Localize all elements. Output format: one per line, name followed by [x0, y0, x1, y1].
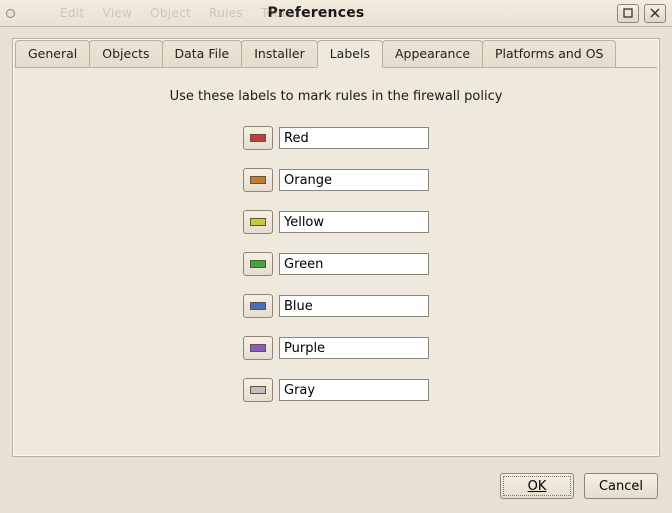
label-input-red[interactable] [279, 127, 429, 149]
window-menu-dot[interactable] [6, 9, 15, 18]
label-input-green[interactable] [279, 253, 429, 275]
color-button-purple[interactable] [243, 336, 273, 360]
tab-data-file[interactable]: Data File [162, 40, 243, 68]
label-input-purple[interactable] [279, 337, 429, 359]
window-title: Preferences [15, 0, 617, 26]
labels-instruction: Use these labels to mark rules in the fi… [17, 89, 655, 104]
label-rows [17, 126, 655, 402]
label-row-green [243, 252, 429, 276]
tab-objects[interactable]: Objects [89, 40, 162, 68]
color-swatch-blue [250, 302, 266, 310]
color-swatch-red [250, 134, 266, 142]
color-swatch-orange [250, 176, 266, 184]
color-button-green[interactable] [243, 252, 273, 276]
dialog-button-row: OK Cancel [500, 473, 658, 499]
label-row-gray [243, 378, 429, 402]
label-input-blue[interactable] [279, 295, 429, 317]
label-row-yellow [243, 210, 429, 234]
label-input-orange[interactable] [279, 169, 429, 191]
maximize-icon [623, 8, 633, 18]
preferences-panel: General Objects Data File Installer Labe… [12, 38, 660, 457]
color-swatch-gray [250, 386, 266, 394]
color-swatch-green [250, 260, 266, 268]
label-row-blue [243, 294, 429, 318]
color-swatch-yellow [250, 218, 266, 226]
close-button[interactable] [644, 4, 666, 23]
color-button-yellow[interactable] [243, 210, 273, 234]
color-button-gray[interactable] [243, 378, 273, 402]
tab-installer[interactable]: Installer [241, 40, 317, 68]
label-input-yellow[interactable] [279, 211, 429, 233]
close-icon [650, 8, 660, 18]
color-button-orange[interactable] [243, 168, 273, 192]
tab-appearance[interactable]: Appearance [382, 40, 483, 68]
color-swatch-purple [250, 344, 266, 352]
label-row-orange [243, 168, 429, 192]
tab-strip: General Objects Data File Installer Labe… [13, 40, 659, 68]
color-button-blue[interactable] [243, 294, 273, 318]
titlebar: Edit View Object Rules Tools Preferences [0, 0, 672, 27]
maximize-button[interactable] [617, 4, 639, 23]
label-row-red [243, 126, 429, 150]
tab-platforms-os[interactable]: Platforms and OS [482, 40, 616, 68]
tab-general[interactable]: General [15, 40, 90, 68]
color-button-red[interactable] [243, 126, 273, 150]
cancel-button[interactable]: Cancel [584, 473, 658, 499]
label-input-gray[interactable] [279, 379, 429, 401]
tab-labels[interactable]: Labels [317, 40, 383, 68]
ok-label: OK [528, 479, 547, 494]
labels-page: Use these labels to mark rules in the fi… [17, 71, 655, 452]
ok-button[interactable]: OK [500, 473, 574, 499]
label-row-purple [243, 336, 429, 360]
